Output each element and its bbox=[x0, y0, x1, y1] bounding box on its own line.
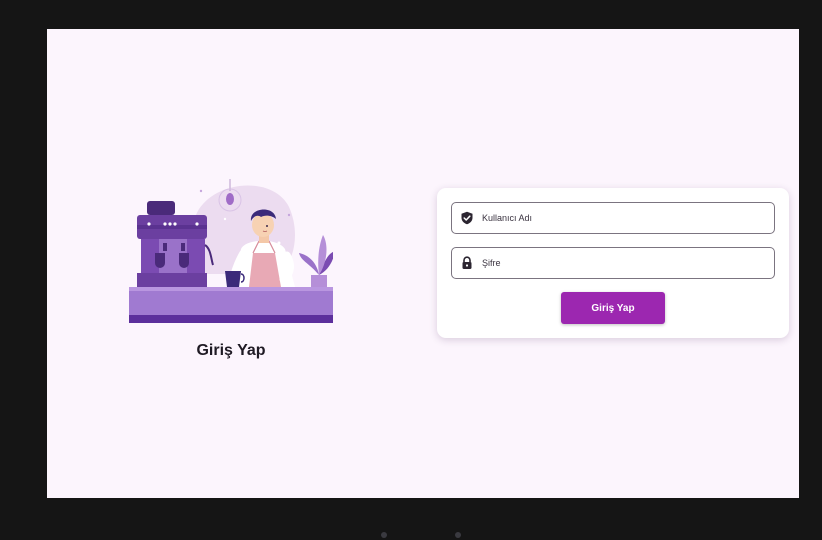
username-field[interactable] bbox=[451, 202, 775, 234]
password-input[interactable] bbox=[482, 248, 762, 278]
lock-icon bbox=[462, 256, 472, 269]
page-title: Giriş Yap bbox=[196, 342, 266, 359]
password-field[interactable] bbox=[451, 247, 775, 279]
login-card: Giriş Yap bbox=[437, 188, 789, 338]
app-screen: Giriş Yap Giriş Yap bbox=[47, 29, 799, 498]
welcome-panel: Giriş Yap bbox=[129, 179, 333, 379]
shield-check-icon bbox=[461, 211, 473, 225]
device-frame: Giriş Yap Giriş Yap bbox=[0, 0, 822, 540]
dock-dot bbox=[381, 532, 387, 538]
login-button[interactable]: Giriş Yap bbox=[561, 292, 665, 324]
dock-dot bbox=[455, 532, 461, 538]
username-input[interactable] bbox=[482, 203, 762, 233]
barista-illustration bbox=[129, 179, 333, 323]
